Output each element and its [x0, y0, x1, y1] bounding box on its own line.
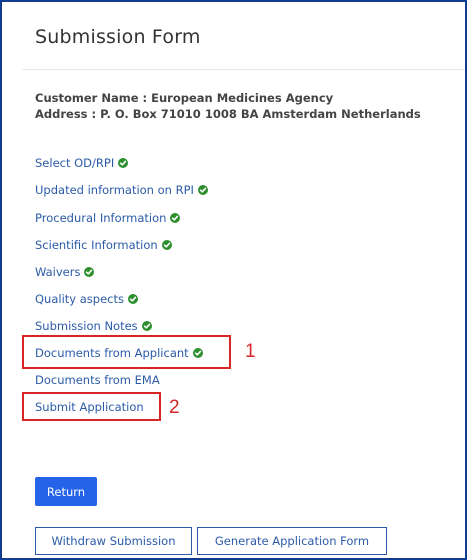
nav-item-quality-aspects[interactable]: Quality aspects: [35, 291, 138, 307]
nav-item-submission-notes[interactable]: Submission Notes: [35, 318, 152, 334]
nav-item-waivers[interactable]: Waivers: [35, 264, 95, 280]
customer-info: Customer Name : European Medicines Agenc…: [35, 90, 421, 122]
nav-item-label[interactable]: Procedural Information: [35, 211, 166, 225]
customer-address: Address : P. O. Box 71010 1008 BA Amster…: [35, 107, 421, 121]
nav-item-scientific-info[interactable]: Scientific Information: [35, 237, 172, 253]
check-circle-icon: [170, 213, 181, 223]
title-divider: [22, 69, 465, 70]
nav-item-label[interactable]: Updated information on RPI: [35, 183, 194, 197]
nav-item-label[interactable]: Select OD/RPI: [35, 156, 114, 170]
annotation-marker-1: 1: [245, 341, 256, 362]
annotation-box-1: [22, 335, 231, 369]
nav-item-label[interactable]: Quality aspects: [35, 292, 124, 306]
withdraw-submission-button[interactable]: Withdraw Submission: [35, 527, 192, 555]
submission-form-panel: Submission Form Customer Name : European…: [0, 0, 467, 560]
nav-item-updated-info-rpi[interactable]: Updated information on RPI: [35, 182, 208, 198]
nav-item-label[interactable]: Waivers: [35, 265, 80, 279]
annotation-marker-2: 2: [169, 397, 180, 418]
nav-item-documents-from-ema[interactable]: Documents from EMA: [35, 372, 160, 388]
check-circle-icon: [118, 158, 129, 168]
check-circle-icon: [128, 294, 138, 304]
annotation-box-2: [22, 392, 161, 421]
check-circle-icon: [141, 321, 152, 331]
return-button[interactable]: Return: [35, 477, 97, 506]
nav-item-select-od-rpi[interactable]: Select OD/RPI: [35, 155, 129, 171]
page-title: Submission Form: [35, 26, 201, 48]
generate-application-form-button[interactable]: Generate Application Form: [197, 527, 387, 555]
nav-item-label[interactable]: Submission Notes: [35, 319, 138, 333]
check-circle-icon: [161, 240, 172, 250]
nav-item-label[interactable]: Documents from EMA: [35, 373, 160, 387]
check-circle-icon: [197, 185, 208, 195]
customer-name: Customer Name : European Medicines Agenc…: [35, 91, 334, 105]
nav-item-label[interactable]: Scientific Information: [35, 238, 158, 252]
nav-item-procedural-info[interactable]: Procedural Information: [35, 210, 181, 226]
check-circle-icon: [84, 267, 95, 277]
